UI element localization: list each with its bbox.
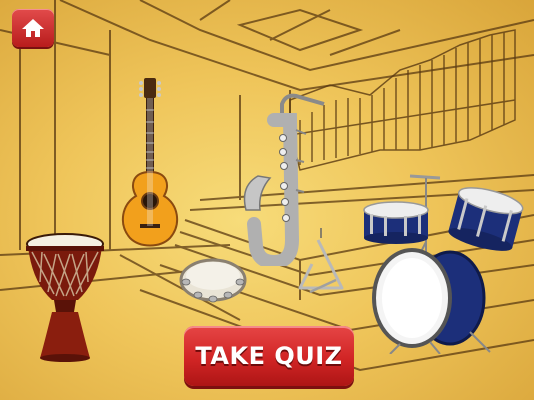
music-room-screen: TAKE QUIZ	[0, 0, 534, 400]
home-icon	[22, 19, 44, 37]
take-quiz-button[interactable]: TAKE QUIZ	[184, 326, 354, 386]
djembe-instrument[interactable]	[24, 232, 106, 362]
drum-kit-instrument[interactable]	[360, 172, 526, 354]
take-quiz-label: TAKE QUIZ	[195, 342, 343, 370]
guitar-instrument[interactable]	[118, 78, 184, 248]
triangle-instrument[interactable]	[296, 228, 346, 298]
home-button[interactable]	[12, 9, 54, 47]
